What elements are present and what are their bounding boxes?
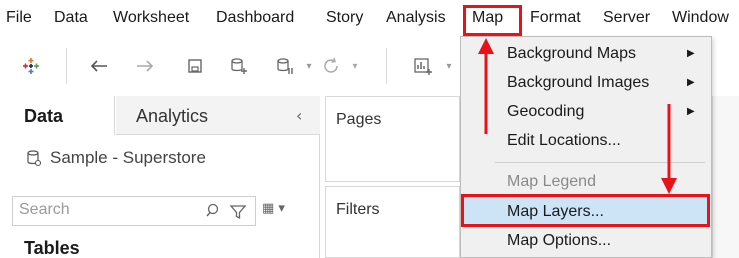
search-icon[interactable] [205,202,223,220]
tableau-logo-icon[interactable] [18,53,44,79]
menu-story[interactable]: Story [326,9,363,27]
pause-updates-icon[interactable] [272,53,298,79]
menu-format[interactable]: Format [530,9,581,27]
menu-item-map-legend: Map Legend [507,173,596,190]
refresh-icon[interactable] [318,53,344,79]
menu-worksheet[interactable]: Worksheet [113,9,189,27]
tab-divider [116,134,320,135]
menu-item-background-maps[interactable]: Background Maps [507,45,636,63]
menu-server[interactable]: Server [603,9,650,27]
submenu-arrow-icon: ▶ [687,48,695,59]
submenu-arrow-icon: ▶ [687,77,695,88]
menu-item-edit-locations[interactable]: Edit Locations... [507,132,621,150]
add-data-source-icon[interactable] [226,53,252,79]
tab-data[interactable]: Data [24,106,63,127]
map-menu-annotation-box [463,5,522,36]
menu-analysis[interactable]: Analysis [386,9,446,27]
data-source[interactable]: Sample - Superstore [26,148,206,168]
menu-file[interactable]: File [6,9,32,27]
pages-shelf-label: Pages [336,111,382,128]
menu-data[interactable]: Data [54,9,88,27]
chevron-down-icon[interactable]: ▾ [436,53,462,79]
menu-window[interactable]: Window [672,9,729,27]
filter-icon[interactable] [229,203,247,221]
search-field[interactable] [12,196,256,226]
menu-bar: File Data Worksheet Dashboard Story Anal… [0,0,739,34]
canvas-area [712,96,739,258]
toolbar-separator [66,48,67,84]
chevron-left-icon[interactable]: ‹ [296,106,302,125]
menu-dashboard[interactable]: Dashboard [216,9,294,27]
redo-icon[interactable] [132,53,158,79]
filters-shelf-label: Filters [336,201,380,218]
toolbar-separator [386,48,387,84]
database-icon [27,150,42,167]
map-layers-annotation-box [461,194,710,227]
save-icon[interactable] [182,53,208,79]
submenu-arrow-icon: ▶ [687,106,695,117]
chevron-down-icon[interactable]: ▾ [342,53,368,79]
data-panel: Data Analytics ‹ Sample - Superstore ▦ ▾… [0,96,320,258]
view-options-icon[interactable]: ▦ ▾ [262,201,285,216]
menu-item-geocoding[interactable]: Geocoding [507,103,584,121]
menu-item-map-options[interactable]: Map Options... [507,232,611,250]
menu-item-background-images[interactable]: Background Images [507,74,649,92]
filters-shelf[interactable]: Filters [325,186,460,258]
pages-shelf[interactable]: Pages [325,96,460,182]
tables-heading: Tables [24,238,80,258]
search-input[interactable] [19,201,199,219]
menu-separator [495,162,705,163]
tab-analytics[interactable]: Analytics [136,106,208,127]
new-worksheet-icon[interactable] [410,53,436,79]
data-source-name: Sample - Superstore [50,148,206,167]
undo-icon[interactable] [86,53,112,79]
